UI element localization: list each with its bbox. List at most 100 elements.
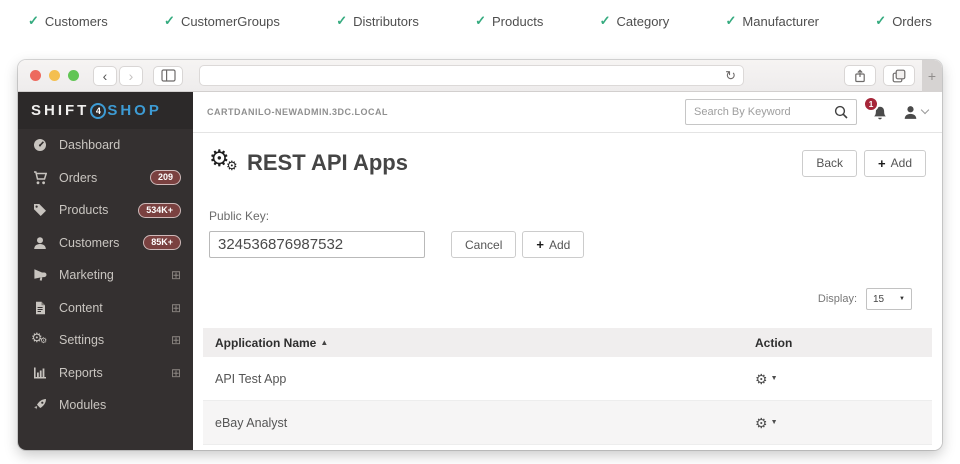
check-icon: ✓ — [475, 13, 486, 29]
public-key-form: Public Key: Cancel +Add — [193, 191, 942, 258]
document-icon — [32, 301, 48, 315]
sync-item-category: ✓Category — [600, 13, 670, 29]
sidebar-item-label: Dashboard — [59, 138, 120, 152]
column-application-name[interactable]: Application Name ▲ — [203, 336, 755, 350]
public-key-input[interactable] — [209, 231, 425, 258]
sync-item-products: ✓Products — [475, 13, 543, 29]
display-label: Display: — [818, 293, 857, 305]
sync-item-customers: ✓Customers — [28, 13, 108, 29]
keyword-search-box[interactable] — [685, 99, 857, 125]
admin-app: SHIFT 4 SHOP Dashboard Orders 209 — [18, 92, 942, 450]
sync-item-manufacturer: ✓Manufacturer — [726, 13, 820, 29]
browser-back-button[interactable]: ‹ — [93, 66, 117, 86]
person-icon — [32, 236, 48, 250]
back-button[interactable]: Back — [802, 150, 857, 177]
sidebar-item-marketing[interactable]: Marketing ⊞ — [18, 259, 193, 292]
display-count-control: Display: 15 ▼ — [193, 258, 942, 310]
sync-item-label: CustomerGroups — [181, 14, 280, 29]
megaphone-icon — [32, 268, 48, 282]
shift4shop-logo[interactable]: SHIFT 4 SHOP — [18, 92, 193, 129]
sync-status-bar: ✓Customers ✓CustomerGroups ✓Distributors… — [0, 8, 960, 34]
tab-overview-button[interactable] — [883, 65, 915, 86]
check-icon: ✓ — [726, 13, 737, 29]
orders-count-badge: 209 — [150, 170, 181, 185]
user-menu-button[interactable] — [903, 105, 928, 120]
display-count-select[interactable]: 15 ▼ — [866, 288, 912, 310]
screen: ✓Customers ✓CustomerGroups ✓Distributors… — [0, 0, 960, 464]
admin-content: CARTDANILO-NEWADMIN.3DC.LOCAL 1 — [193, 92, 942, 450]
rocket-icon — [32, 398, 48, 412]
sync-item-label: Orders — [892, 14, 932, 29]
close-window-button[interactable] — [30, 70, 41, 81]
app-name-cell: eBay Analyst — [203, 416, 755, 430]
check-icon: ✓ — [336, 13, 347, 29]
check-icon: ✓ — [28, 13, 39, 29]
sidebar-item-label: Modules — [59, 398, 106, 412]
share-button[interactable] — [844, 65, 876, 86]
rest-api-cogs-icon: ⚙⚙ — [209, 149, 241, 177]
expand-icon[interactable]: ⊞ — [171, 367, 181, 379]
sidebar-item-customers[interactable]: Customers 85K+ — [18, 227, 193, 260]
check-icon: ✓ — [875, 13, 886, 29]
expand-icon[interactable]: ⊞ — [171, 334, 181, 346]
sidebar-item-label: Settings — [59, 333, 104, 347]
sidebar-item-reports[interactable]: Reports ⊞ — [18, 357, 193, 390]
expand-icon[interactable]: ⊞ — [171, 302, 181, 314]
sidebar-item-settings[interactable]: ⚙⚙ Settings ⊞ — [18, 324, 193, 357]
logo-text-shift: SHIFT — [31, 102, 89, 119]
zoom-window-button[interactable] — [68, 70, 79, 81]
address-bar[interactable]: ↻ — [199, 65, 744, 86]
bar-chart-icon — [32, 366, 48, 380]
sidebar-item-products[interactable]: Products 534K+ — [18, 194, 193, 227]
browser-sidebar-toggle-button[interactable] — [153, 66, 183, 86]
page-title: REST API Apps — [247, 150, 408, 176]
check-icon: ✓ — [164, 13, 175, 29]
column-action: Action — [755, 336, 932, 350]
row-action-menu-button[interactable]: ⚙ ▼ — [755, 372, 932, 386]
browser-toolbar: ‹ › ↻ — [18, 60, 942, 92]
sidebar-item-modules[interactable]: Modules — [18, 389, 193, 422]
confirm-add-button[interactable]: +Add — [522, 231, 584, 258]
logo-number-badge: 4 — [90, 103, 106, 119]
public-key-label: Public Key: — [209, 209, 926, 223]
sidebar-item-label: Products — [59, 203, 108, 217]
notification-count-badge: 1 — [863, 96, 879, 112]
forward-icon: › — [129, 68, 134, 84]
search-icon[interactable] — [834, 105, 848, 119]
sidebar-item-content[interactable]: Content ⊞ — [18, 292, 193, 325]
chevron-down-icon — [921, 106, 929, 114]
browser-window: ‹ › ↻ — [18, 60, 942, 450]
app-name-cell: API Test App — [203, 372, 755, 386]
search-input[interactable] — [694, 106, 834, 118]
check-icon: ✓ — [600, 13, 611, 29]
gear-icon: ⚙ — [755, 416, 768, 430]
products-count-badge: 534K+ — [138, 203, 181, 218]
sidebar-item-orders[interactable]: Orders 209 — [18, 162, 193, 195]
header-buttons: Back +Add — [802, 150, 926, 177]
tabs-icon — [892, 69, 906, 83]
user-icon — [903, 105, 918, 120]
minimize-window-button[interactable] — [49, 70, 60, 81]
row-action-menu-button[interactable]: ⚙ ▼ — [755, 416, 932, 430]
customers-count-badge: 85K+ — [143, 235, 181, 250]
address-input[interactable] — [200, 66, 725, 85]
plus-icon: + — [878, 156, 886, 171]
gears-icon: ⚙⚙ — [32, 333, 48, 347]
sidebar-item-dashboard[interactable]: Dashboard — [18, 129, 193, 162]
reload-icon[interactable]: ↻ — [725, 68, 736, 84]
notifications-button[interactable]: 1 — [872, 104, 888, 120]
cancel-button[interactable]: Cancel — [451, 231, 516, 258]
sidebar-item-label: Orders — [59, 171, 97, 185]
admin-sidebar: SHIFT 4 SHOP Dashboard Orders 209 — [18, 92, 193, 450]
admin-topbar: CARTDANILO-NEWADMIN.3DC.LOCAL 1 — [193, 92, 942, 133]
new-tab-button[interactable]: + — [922, 60, 942, 92]
back-icon: ‹ — [103, 68, 108, 84]
sidebar-item-label: Content — [59, 301, 103, 315]
add-app-button[interactable]: +Add — [864, 150, 926, 177]
tag-icon — [32, 203, 48, 217]
window-controls — [30, 70, 79, 81]
browser-forward-button[interactable]: › — [119, 66, 143, 86]
api-apps-table: Application Name ▲ Action API Test App ⚙… — [203, 328, 932, 445]
sync-item-orders: ✓ Orders — [875, 13, 932, 29]
expand-icon[interactable]: ⊞ — [171, 269, 181, 281]
